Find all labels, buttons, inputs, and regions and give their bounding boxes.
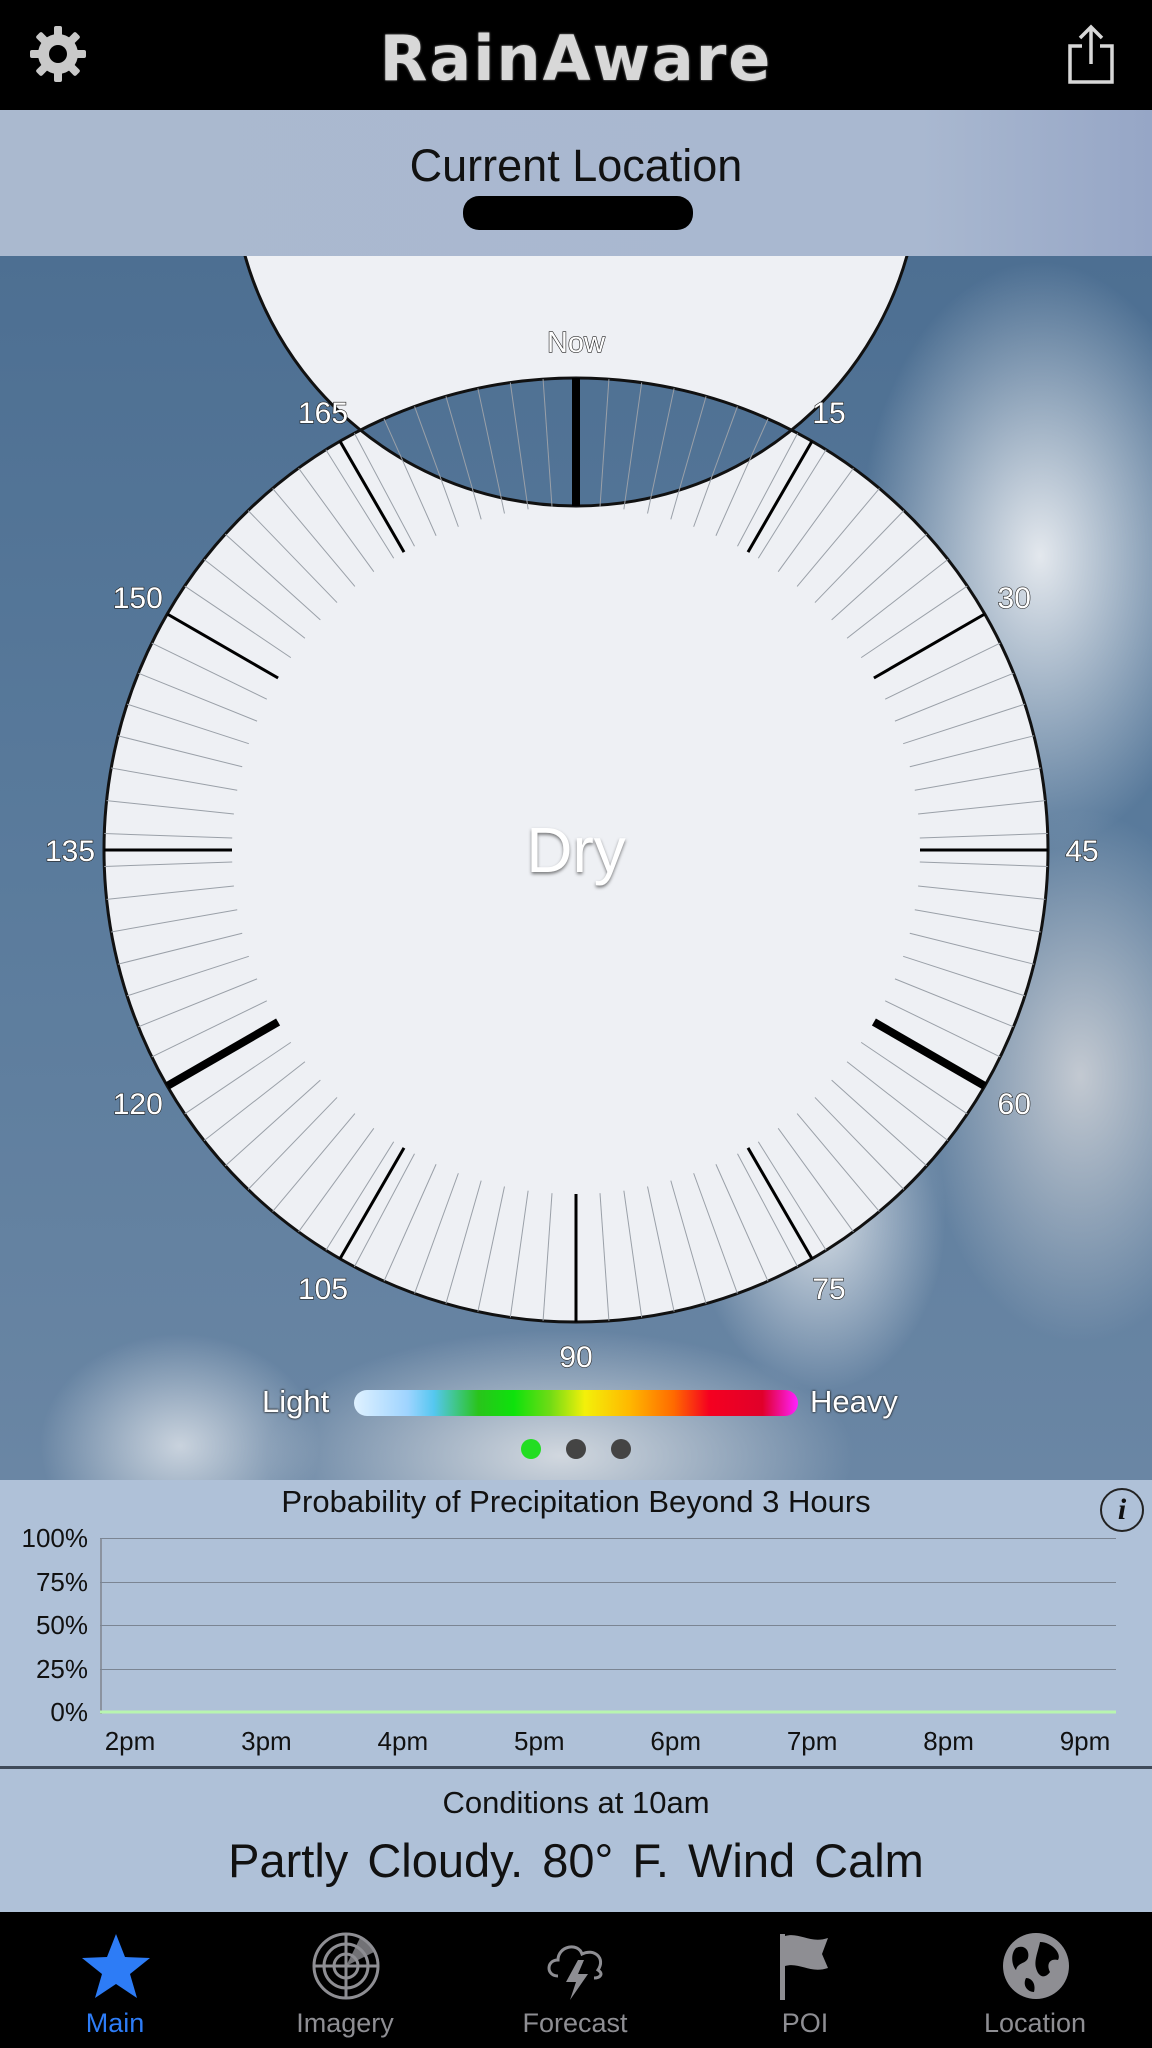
tab-imagery[interactable]: Imagery: [230, 1912, 460, 2048]
location-title: Current Location: [409, 140, 743, 191]
tab-location[interactable]: Location: [920, 1912, 1150, 2048]
page-dot[interactable]: [566, 1439, 586, 1459]
globe-icon: [1003, 1933, 1069, 1999]
current-conditions: Conditions at 10am Partly Cloudy. 80° F.…: [0, 1769, 1152, 1912]
probability-line-plot: [100, 1710, 1116, 1714]
storm-cloud-icon: [547, 1945, 603, 2000]
dial-minute-label: 150: [113, 582, 163, 615]
tab-forecast-label: Forecast: [522, 2008, 628, 2038]
dial-minute-label: 120: [113, 1088, 163, 1121]
dial-minute-label: 90: [559, 1341, 592, 1374]
tab-imagery-label: Imagery: [296, 2008, 394, 2038]
precipitation-dial: Now 15 30 45 60 75 90 105 120 135 150 165 Dry: [44, 256, 1099, 1375]
intensity-gradient-bar: [354, 1390, 798, 1416]
page-dot-active[interactable]: [521, 1439, 541, 1459]
dial-minor-tick: [599, 379, 610, 507]
dial-minor-tick: [509, 382, 529, 510]
tab-main[interactable]: Main: [0, 1912, 230, 2048]
probability-panel: Probability of Precipitation Beyond 3 Ho…: [0, 1480, 1152, 1766]
star-icon: [82, 1934, 150, 1998]
dial-minute-label: 165: [298, 397, 348, 430]
conditions-summary: Partly Cloudy. 80° F. Wind Calm: [228, 1834, 924, 1887]
dial-minute-label: 135: [45, 835, 95, 868]
dial-minute-label: 75: [812, 1273, 845, 1306]
dial-minute-label: 45: [1065, 835, 1098, 868]
share-icon[interactable]: [1066, 24, 1116, 86]
top-bar: RainAware: [0, 0, 1152, 110]
conditions-time: Conditions at 10am: [442, 1785, 710, 1820]
intensity-scale: Light Heavy: [0, 1384, 1152, 1424]
next-three-hours-panel[interactable]: Next Three Hours Now 1530456075901051201…: [0, 256, 1152, 1480]
tab-main-label: Main: [85, 2008, 145, 2038]
page-indicator[interactable]: [0, 1439, 1152, 1463]
scale-light-label: Light: [262, 1384, 330, 1419]
dial-minute-label: 105: [298, 1273, 348, 1306]
redacted-location-name: [463, 196, 693, 230]
dial-now-label: Now: [547, 327, 606, 359]
location-bar[interactable]: Current Location: [0, 110, 1152, 256]
tab-poi-label: POI: [781, 2008, 829, 2038]
dial-minor-tick: [542, 379, 553, 507]
dial-minute-label: 30: [998, 582, 1031, 615]
tab-poi[interactable]: POI: [690, 1912, 920, 2048]
tab-forecast[interactable]: Forecast: [460, 1912, 690, 2048]
dial-status-text: Dry: [526, 814, 626, 886]
radar-icon: [312, 1932, 380, 2000]
page-dot[interactable]: [611, 1439, 631, 1459]
dial-minor-tick: [623, 382, 643, 510]
dial-minute-label: 15: [812, 397, 845, 430]
tab-location-label: Location: [983, 2008, 1087, 2038]
scale-heavy-label: Heavy: [810, 1384, 898, 1419]
app-logo: RainAware: [379, 22, 773, 95]
flag-icon: [780, 1934, 828, 2000]
dial-minute-label: 60: [998, 1088, 1031, 1121]
tab-bar: Main Imagery Forecast POI Location: [0, 1912, 1152, 2048]
